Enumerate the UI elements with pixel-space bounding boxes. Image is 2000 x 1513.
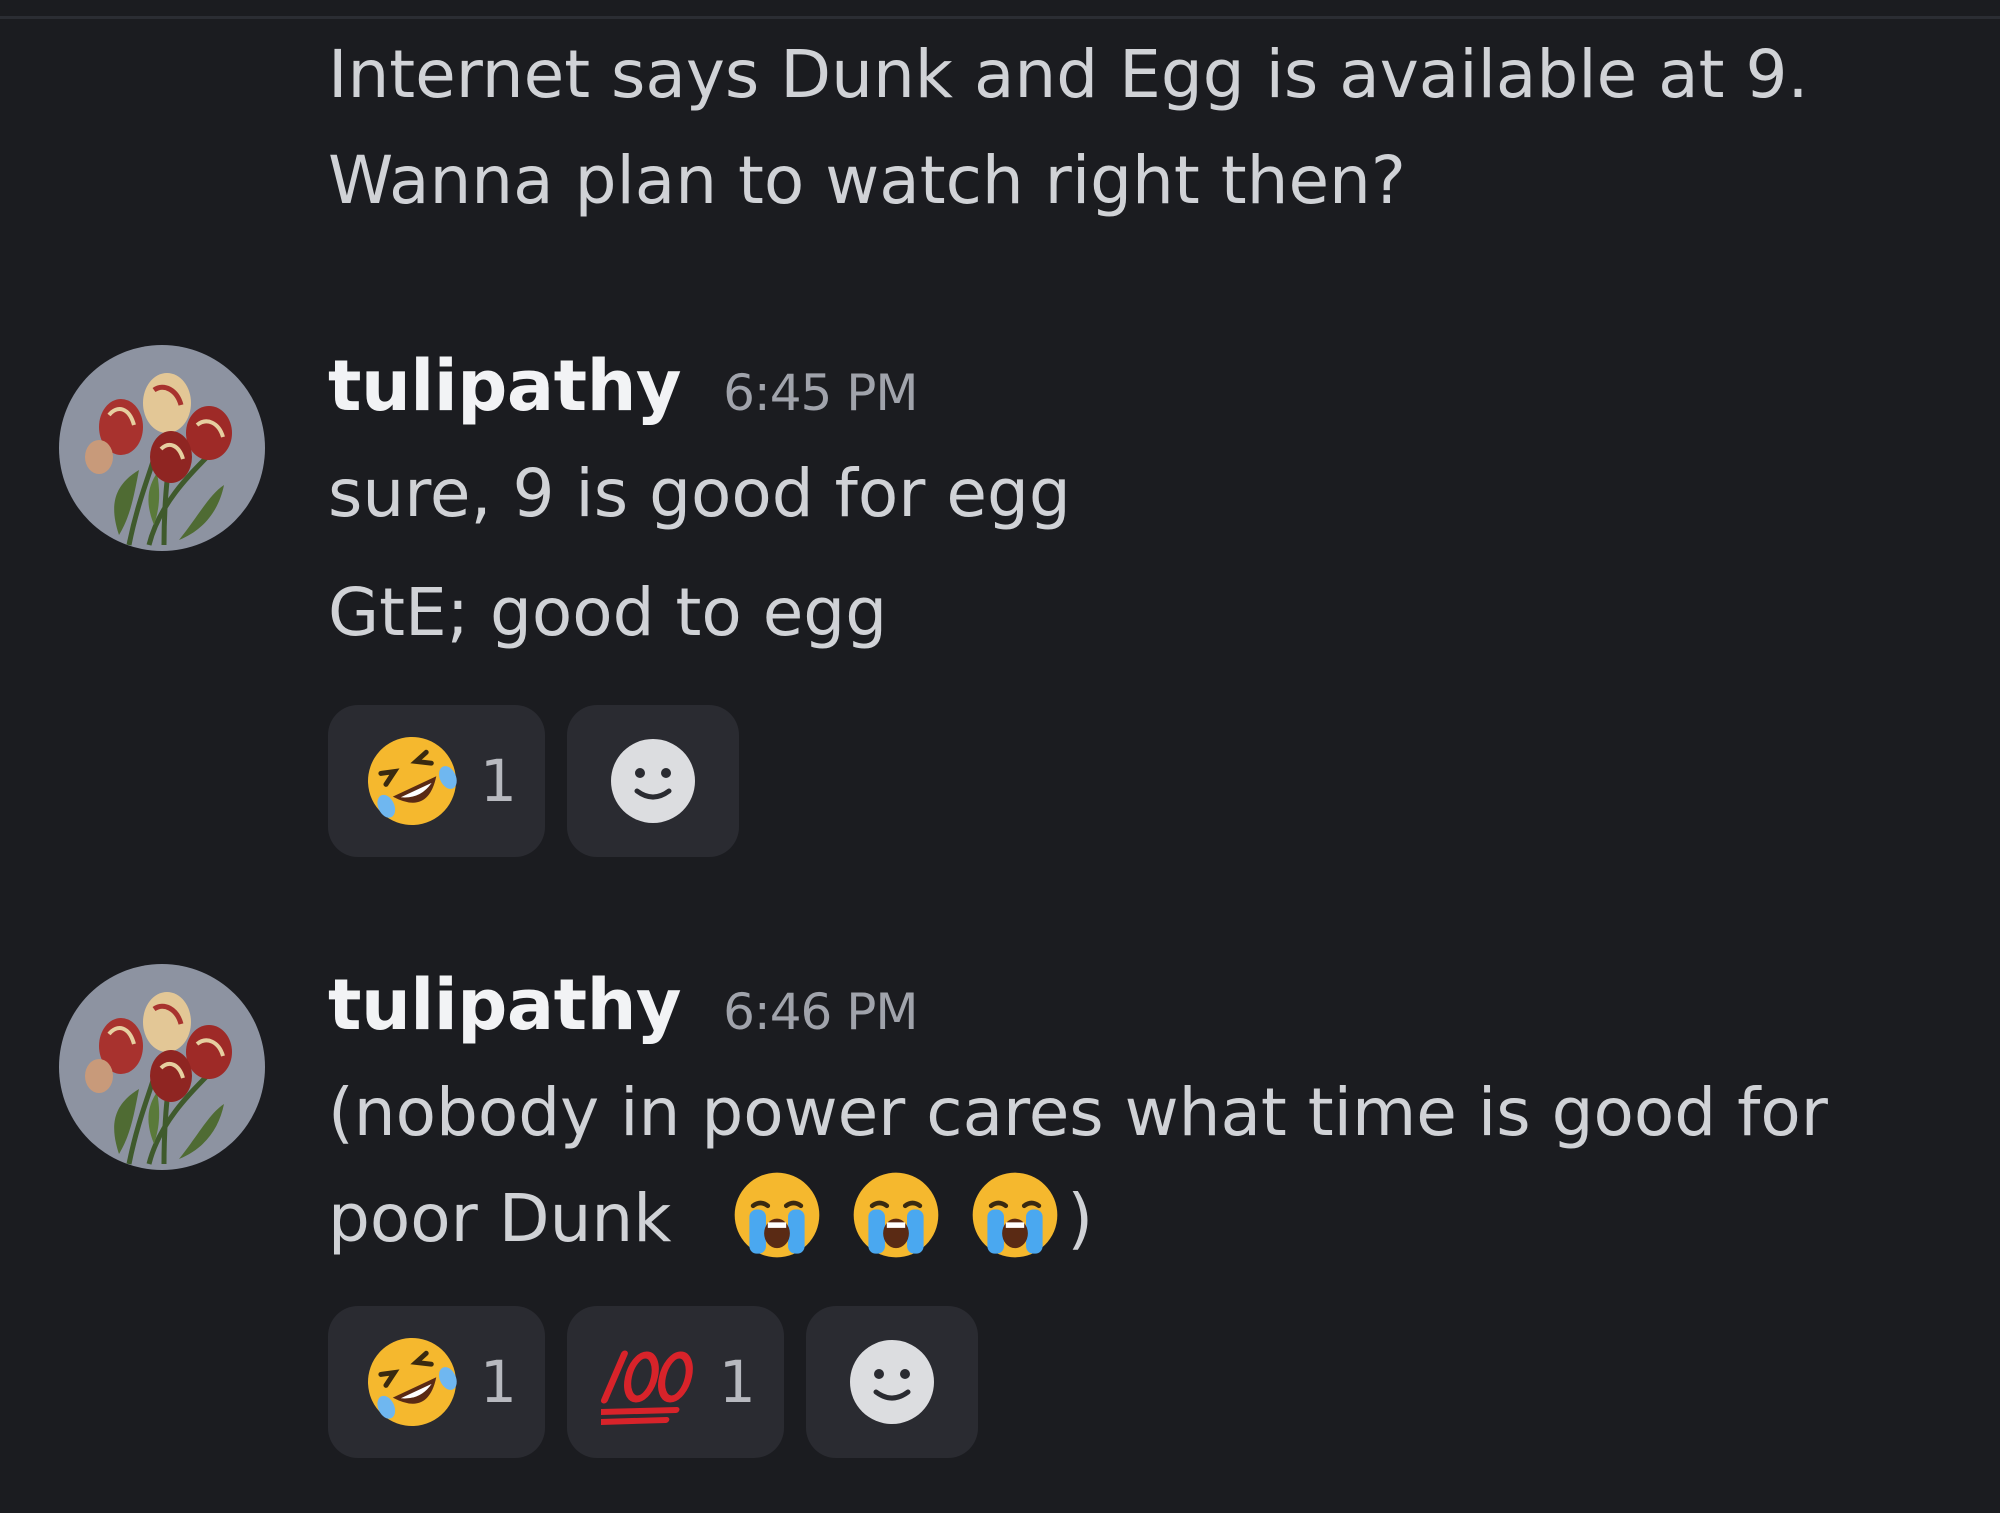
tulip-bouquet-icon <box>85 373 232 546</box>
message-line: Wanna plan to watch right then? <box>328 142 1406 219</box>
tulip-bouquet-icon <box>85 992 232 1165</box>
loudly-crying-face-icon <box>854 1172 939 1258</box>
reaction-count: 1 <box>718 1348 756 1416</box>
loudly-crying-face-icon <box>973 1172 1058 1258</box>
reaction-rofl[interactable]: 1 <box>328 1306 545 1458</box>
username[interactable]: tulipathy <box>328 964 682 1046</box>
rolling-on-floor-laughing-icon <box>368 1338 457 1426</box>
reaction-count: 1 <box>480 1348 517 1416</box>
top-divider <box>0 0 2000 19</box>
message-header: tulipathy 6:46 PM <box>328 964 919 1046</box>
avatar[interactable] <box>59 345 265 551</box>
loudly-crying-face-icon <box>735 1172 820 1258</box>
timestamp[interactable]: 6:45 PM <box>723 364 918 422</box>
reaction-rofl[interactable]: 1 <box>328 705 545 857</box>
add-reaction-button[interactable] <box>566 705 739 857</box>
chat-view: Internet says Dunk and Egg is available … <box>0 0 2000 1513</box>
timestamp[interactable]: 6:46 PM <box>723 983 918 1041</box>
reaction-count: 1 <box>480 747 517 815</box>
rolling-on-floor-laughing-icon <box>368 737 457 825</box>
message-text: poor Dunk <box>328 1180 672 1257</box>
message-line: Internet says Dunk and Egg is available … <box>328 36 1809 113</box>
previous-message: Internet says Dunk and Egg is available … <box>328 22 1968 234</box>
message-header: tulipathy 6:45 PM <box>328 345 919 427</box>
message-line: sure, 9 is good for egg <box>328 455 1071 532</box>
username[interactable]: tulipathy <box>328 345 682 427</box>
avatar[interactable] <box>59 964 265 1170</box>
reactions-bar: 1 <box>328 705 739 857</box>
hundred-points-icon <box>600 1350 693 1425</box>
message-text: ) <box>1067 1180 1094 1257</box>
add-reaction-smiley-icon <box>849 1340 934 1424</box>
message-line: (nobody in power cares what time is good… <box>328 1074 1828 1151</box>
reactions-bar: 1 1 <box>328 1306 978 1458</box>
reaction-hundred[interactable]: 1 <box>566 1306 784 1458</box>
message-line: GtE; good to egg <box>328 574 888 651</box>
message-line-with-emoji: poor Dunk) <box>328 1166 1093 1272</box>
add-reaction-smiley-icon <box>610 739 695 823</box>
add-reaction-button[interactable] <box>805 1306 978 1458</box>
